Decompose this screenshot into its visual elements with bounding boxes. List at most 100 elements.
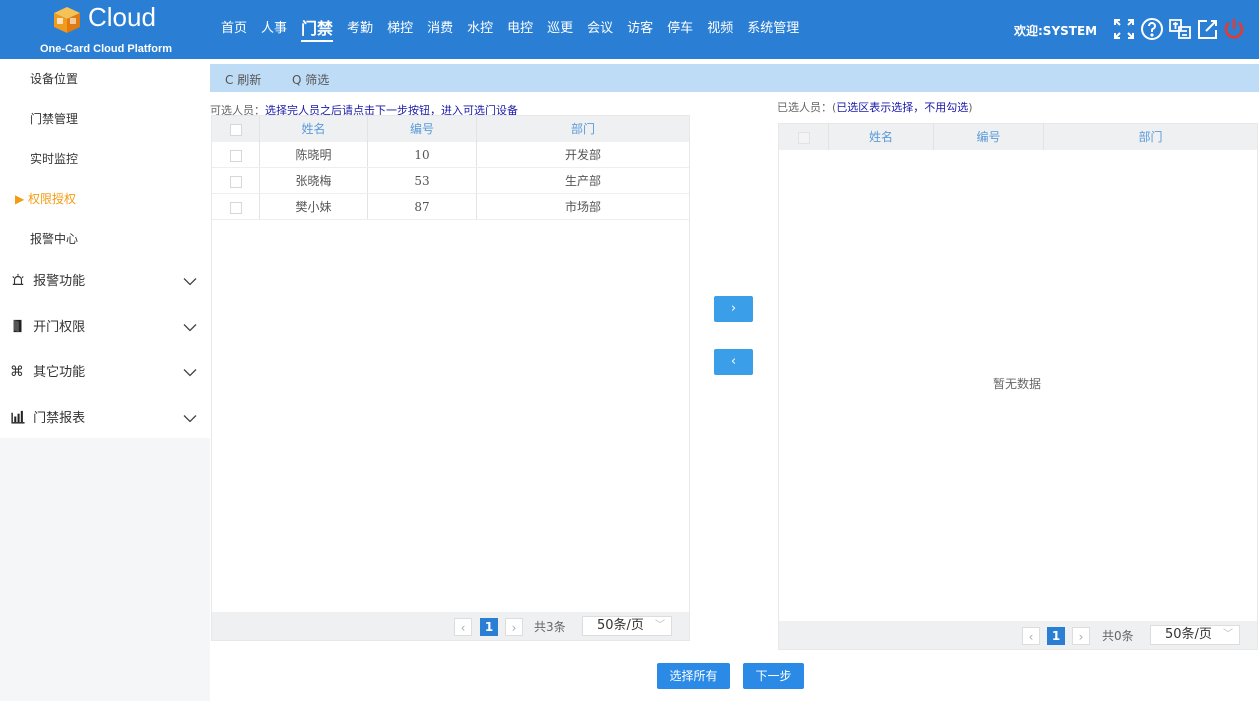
sidebar-empty-area (0, 438, 210, 701)
selected-persons-title: 已选人员：( (777, 101, 837, 114)
grid-header: 姓名 编号 部门 (212, 116, 689, 142)
cell-dept: 生产部 (564, 174, 601, 188)
row-checkbox[interactable] (229, 201, 242, 214)
fullscreen-icon[interactable] (1112, 17, 1136, 41)
page-size-select[interactable]: 50条/页 ﹀ (1150, 625, 1240, 645)
next-page-button[interactable]: › (1072, 627, 1090, 645)
cell-id: 87 (368, 194, 477, 219)
nav-access-control-label: 门禁 (301, 19, 334, 42)
logo[interactable]: Cloud One-Card Cloud Platform (0, 0, 210, 59)
prev-page-button[interactable]: ‹ (1022, 627, 1040, 645)
row-checkbox-cell (212, 142, 260, 167)
row-checkbox-cell (212, 194, 260, 219)
help-icon[interactable] (1140, 17, 1164, 41)
cell-dept: 开发部 (564, 148, 601, 162)
sidebar-item-realtime-monitor[interactable]: 实时监控 (0, 139, 210, 179)
selected-persons-hint: 已选区表示选择，不用勾选 (836, 101, 969, 114)
welcome-text: 欢迎:SYSTEM (1014, 24, 1098, 38)
refresh-button[interactable]: C 刷新 (225, 71, 261, 88)
header-checkbox-cell (779, 124, 829, 150)
empty-state-text: 暂无数据 (993, 377, 1042, 391)
chevron-down-icon (183, 323, 197, 331)
nav-power[interactable]: 电控 (500, 0, 540, 59)
page-size-value: 50条/页 (597, 618, 644, 633)
nav-attendance[interactable]: 考勤 (340, 0, 380, 59)
column-header-id[interactable]: 编号 (368, 116, 477, 142)
main-content: C 刷新 Q 筛选 可选人员：选择完人员之后请点击下一步按钮，进入可选门设备 姓… (210, 59, 1259, 701)
sidebar-item-device-location[interactable]: 设备位置 (0, 59, 210, 99)
pagination-bar: ‹ 1 › 共0条 50条/页 ﹀ (779, 621, 1257, 649)
nav-parking[interactable]: 停车 (660, 0, 700, 59)
top-header: Cloud One-Card Cloud Platform 首页 人事 门禁 考… (0, 0, 1259, 59)
total-count: 共0条 (1102, 629, 1134, 643)
page-size-select[interactable]: 50条/页 ﹀ (582, 616, 672, 636)
language-icon[interactable] (1168, 17, 1192, 41)
selected-persons-title-end: ) (968, 101, 973, 114)
total-count: 共3条 (534, 620, 566, 634)
next-page-button[interactable]: › (505, 618, 523, 636)
column-header-name[interactable]: 姓名 (260, 116, 368, 142)
column-header-name[interactable]: 姓名 (829, 124, 934, 150)
nav-elevator[interactable]: 梯控 (380, 0, 420, 59)
column-header-dept[interactable]: 部门 (477, 116, 689, 142)
sidebar-item-authorization-label: 权限授权 (28, 192, 77, 206)
column-header-dept[interactable]: 部门 (1044, 124, 1257, 150)
nav-water[interactable]: 水控 (460, 0, 500, 59)
nav-access-control[interactable]: 门禁 (294, 0, 340, 59)
sidebar-item-authorization[interactable]: ▶ 权限授权 (0, 179, 210, 219)
sidebar-group-reports-label: 门禁报表 (33, 410, 86, 426)
chevron-down-icon (183, 369, 197, 377)
prev-page-button[interactable]: ‹ (454, 618, 472, 636)
cell-id: 10 (368, 142, 477, 167)
move-left-button[interactable]: ‹ (714, 349, 753, 375)
sidebar-group-alarm[interactable]: 报警功能 (0, 259, 210, 305)
door-icon (13, 319, 22, 332)
nav-home[interactable]: 首页 (214, 0, 254, 59)
nav-video[interactable]: 视频 (700, 0, 740, 59)
sidebar-group-reports[interactable]: 门禁报表 (0, 395, 210, 441)
cell-name: 张晓梅 (260, 168, 368, 193)
table-row[interactable]: 张晓梅 53 生产部 (212, 168, 689, 194)
select-all-checkbox[interactable] (797, 131, 810, 144)
nav-system[interactable]: 系统管理 (740, 0, 806, 59)
column-header-id[interactable]: 编号 (934, 124, 1044, 150)
bar-chart-icon (11, 410, 25, 424)
power-icon[interactable] (1222, 17, 1246, 41)
current-page[interactable]: 1 (480, 618, 498, 636)
nav-patrol[interactable]: 巡更 (540, 0, 580, 59)
filter-button[interactable]: Q 筛选 (292, 71, 329, 88)
nav-meeting[interactable]: 会议 (580, 0, 620, 59)
nav-hr[interactable]: 人事 (254, 0, 294, 59)
sidebar-group-other[interactable]: ⌘ 其它功能 (0, 350, 210, 396)
sidebar-group-alarm-label: 报警功能 (33, 274, 86, 289)
row-checkbox[interactable] (229, 175, 242, 188)
row-checkbox[interactable] (229, 149, 242, 162)
pagination-bar: ‹ 1 › 共3条 50条/页 ﹀ (212, 612, 689, 640)
available-persons-grid: 姓名 编号 部门 陈晓明 10 开发部 张晓梅 53 生产部 樊小妹 87 市场… (211, 115, 690, 641)
nav-visitor[interactable]: 访客 (620, 0, 660, 59)
sidebar-group-door-label: 开门权限 (33, 319, 86, 335)
sidebar-group-door[interactable]: 开门权限 (0, 304, 210, 350)
logo-text: Cloud (88, 2, 156, 32)
selected-persons-label: 已选人员：(已选区表示选择，不用勾选) (777, 99, 973, 115)
table-row[interactable]: 陈晓明 10 开发部 (212, 142, 689, 168)
move-right-button[interactable]: › (714, 296, 753, 322)
header-checkbox-cell (212, 116, 260, 142)
sidebar-item-access-management[interactable]: 门禁管理 (0, 99, 210, 139)
chevron-down-icon (183, 278, 197, 286)
table-row[interactable]: 樊小妹 87 市场部 (212, 194, 689, 220)
select-all-button[interactable]: 选择所有 (657, 663, 730, 689)
next-step-button[interactable]: 下一步 (743, 663, 804, 689)
chevron-down-icon: ﹀ (655, 620, 665, 631)
current-page[interactable]: 1 (1047, 627, 1065, 645)
grid-header: 姓名 编号 部门 (779, 124, 1257, 150)
cell-dept: 市场部 (564, 200, 601, 214)
toolbar: C 刷新 Q 筛选 (210, 64, 1259, 92)
sidebar-item-alarm-center[interactable]: 报警中心 (0, 219, 210, 259)
chevron-down-icon (183, 414, 197, 422)
chevron-down-icon: ﹀ (1223, 629, 1233, 640)
select-all-checkbox[interactable] (229, 123, 242, 136)
cell-name: 樊小妹 (260, 194, 368, 219)
edit-icon[interactable] (1196, 17, 1220, 41)
nav-consumption[interactable]: 消费 (420, 0, 460, 59)
